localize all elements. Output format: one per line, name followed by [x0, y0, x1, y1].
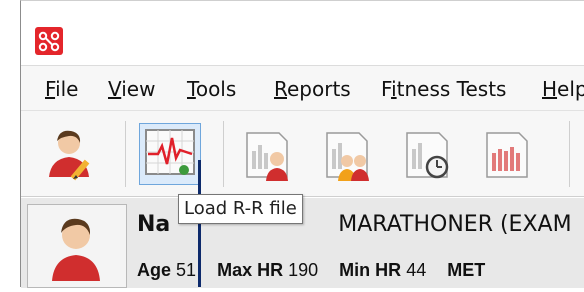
toolbar-separator [223, 121, 224, 187]
toolbar-separator [569, 121, 570, 187]
edit-user-icon [49, 130, 90, 181]
load-rr-file-button[interactable] [139, 123, 201, 185]
menu-view[interactable]: View [108, 77, 155, 101]
menu-reports-accel: R [274, 77, 287, 101]
stat-minhr-label: Min HR [339, 260, 402, 280]
stat-met-label: MET [447, 260, 486, 280]
menu-reports[interactable]: Reports [274, 77, 351, 101]
app-window: File View Tools Reports Fitness Tests He… [20, 0, 584, 288]
ecg-chart-icon [145, 129, 195, 175]
menu-file-accel: F [45, 77, 56, 101]
report-group-button[interactable] [317, 123, 379, 185]
menu-file[interactable]: File [45, 77, 78, 101]
user-avatar-icon [52, 218, 100, 281]
name-value: MARATHONER (EXAM [338, 212, 572, 237]
menu-help[interactable]: Help [542, 77, 584, 101]
stat-age-label: Age [137, 260, 172, 280]
menu-fitness-pre: F [381, 77, 392, 101]
menu-fitness-rest: tness Tests [396, 77, 507, 101]
menu-tools-accel: T [187, 77, 196, 101]
name-label: Na [137, 212, 171, 237]
menu-bar: File View Tools Reports Fitness Tests He… [21, 65, 584, 111]
menu-view-rest: iew [121, 77, 156, 101]
stat-age-value: 51 [176, 260, 197, 280]
edit-user-button[interactable] [41, 123, 103, 185]
tooltip: Load R-R file [178, 194, 303, 224]
menu-tools[interactable]: Tools [187, 77, 236, 101]
app-logo-icon[interactable] [35, 27, 63, 55]
report-user-icon [246, 132, 288, 181]
avatar [27, 204, 127, 288]
menu-tools-rest: ools [195, 77, 237, 101]
stat-maxhr-value: 190 [288, 260, 319, 280]
toolbar-separator [125, 121, 126, 187]
stat-maxhr-label: Max HR [217, 260, 284, 280]
toolbar [21, 111, 584, 197]
menu-help-accel: H [542, 77, 558, 101]
title-bar [21, 1, 584, 65]
stats-row: Age 51 Max HR 190 Min HR 44 MET [137, 260, 485, 281]
report-bars-icon [486, 132, 528, 178]
tooltip-text: Load R-R file [184, 198, 297, 219]
report-timer-icon [406, 132, 449, 179]
menu-help-rest: elp [557, 77, 584, 101]
report-bars-button[interactable] [477, 123, 539, 185]
menu-reports-rest: eports [287, 77, 351, 101]
menu-fitness-tests[interactable]: Fitness Tests [381, 77, 506, 101]
report-timer-button[interactable] [397, 123, 459, 185]
menu-view-accel: V [108, 77, 122, 101]
menu-file-rest: ile [55, 77, 79, 101]
report-group-icon [326, 132, 369, 181]
stat-minhr-value: 44 [406, 260, 427, 280]
report-user-button[interactable] [237, 123, 299, 185]
